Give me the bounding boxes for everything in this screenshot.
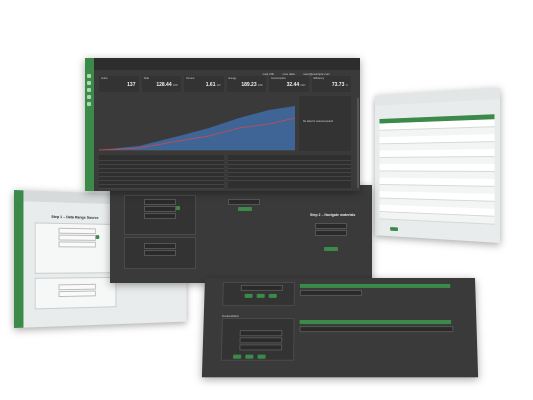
table-topbar bbox=[374, 88, 500, 106]
conn-form-field-2[interactable] bbox=[239, 337, 283, 344]
kpi-unit: kW bbox=[216, 84, 221, 87]
kpi-label: Consumption bbox=[271, 77, 286, 80]
area-chart bbox=[98, 106, 296, 151]
bell-icon[interactable] bbox=[87, 102, 91, 106]
kpi-label: Total bbox=[143, 77, 149, 80]
kpi-value: 137 bbox=[127, 82, 136, 88]
dark-unit-field[interactable] bbox=[144, 250, 176, 256]
site-field[interactable] bbox=[58, 234, 96, 241]
conn-ok-1[interactable] bbox=[233, 354, 242, 359]
kpi-card: Energy 189.23 kWh bbox=[226, 76, 266, 92]
kpi-unit: kWh bbox=[258, 84, 263, 87]
center-field[interactable] bbox=[228, 199, 260, 205]
chart-note: No data for selected period bbox=[303, 120, 334, 123]
dark-add-button[interactable] bbox=[176, 206, 180, 210]
connections-table-header bbox=[299, 320, 452, 325]
add-button[interactable] bbox=[95, 235, 100, 239]
conn-btn-3[interactable] bbox=[268, 293, 277, 298]
kpi-unit: % bbox=[345, 84, 348, 87]
conn-btn-1[interactable] bbox=[244, 293, 253, 298]
conn-form-field-1[interactable] bbox=[239, 330, 283, 337]
step2-field-2[interactable] bbox=[315, 230, 347, 236]
chart-side-panel: No data for selected period bbox=[299, 96, 351, 151]
kpi-value: 1.61 kW bbox=[205, 82, 221, 88]
dark-type-field[interactable] bbox=[144, 243, 176, 249]
dark-address-field[interactable] bbox=[144, 213, 176, 219]
kpi-value: 73.73 % bbox=[331, 82, 348, 88]
scrollbar[interactable] bbox=[357, 98, 359, 188]
conn-btn-2[interactable] bbox=[256, 293, 265, 298]
main-chart bbox=[98, 96, 296, 151]
kpi-unit: kWh bbox=[300, 84, 306, 87]
kpi-label: Current bbox=[186, 77, 195, 80]
kpi-unit: kWh bbox=[173, 84, 178, 87]
address-field[interactable] bbox=[58, 241, 96, 248]
kpi-label: Energy bbox=[228, 77, 237, 80]
table-window bbox=[374, 88, 500, 243]
step2-ok-button[interactable] bbox=[324, 247, 338, 251]
table-row[interactable] bbox=[99, 184, 224, 189]
kpi-label: Active bbox=[101, 77, 108, 80]
kpi-value: 32.44 kWh bbox=[286, 82, 306, 88]
settings-icon[interactable] bbox=[87, 88, 91, 92]
conn-field-2[interactable] bbox=[299, 289, 363, 296]
unit-field[interactable] bbox=[58, 290, 96, 298]
kpi-card: Active 137 bbox=[99, 76, 139, 92]
light-sidebar bbox=[14, 190, 24, 328]
kpi-label: Efficiency bbox=[313, 77, 325, 80]
table-action-button[interactable] bbox=[390, 227, 398, 232]
conn-ok-2[interactable] bbox=[245, 354, 254, 359]
left-table bbox=[99, 155, 224, 189]
conn-form-field-3[interactable] bbox=[239, 344, 283, 351]
table-row[interactable] bbox=[228, 176, 351, 181]
step2-field-1[interactable] bbox=[315, 223, 347, 229]
home-icon[interactable] bbox=[87, 74, 91, 78]
chart-icon[interactable] bbox=[87, 81, 91, 85]
step1-title: Step 1 – Data Range Source bbox=[51, 213, 99, 220]
right-table bbox=[228, 155, 351, 188]
conn-header bbox=[299, 283, 451, 288]
name-field[interactable] bbox=[58, 227, 96, 235]
conn-row-1[interactable] bbox=[299, 326, 454, 333]
type-field[interactable] bbox=[58, 283, 96, 291]
kpi-card: Consumption 32.44 kWh bbox=[269, 76, 309, 92]
kpi-value: 189.23 kWh bbox=[241, 82, 263, 88]
kpi-value: 128.44 kWh bbox=[156, 82, 178, 88]
connections-window: Connections bbox=[201, 278, 479, 378]
center-ok-button[interactable] bbox=[238, 207, 252, 211]
kpi-card: Total 128.44 kWh bbox=[141, 76, 181, 92]
dashboard-window: Last 24h Live data user@example.com Acti… bbox=[85, 58, 360, 191]
kpi-card: Current 1.61 kW bbox=[184, 76, 224, 92]
kpi-card: Efficiency 73.73 % bbox=[311, 76, 351, 92]
step2-title: Step 2 – Navigate materials bbox=[310, 213, 356, 217]
dark-site-field[interactable] bbox=[144, 206, 176, 212]
kpi-row: Active 137 Total 128.44 kWh Current 1.61 kW En… bbox=[99, 76, 354, 92]
conn-field-1[interactable] bbox=[240, 284, 283, 291]
setup-window-dark: Step 2 – Navigate materials bbox=[110, 185, 372, 283]
conn-ok-3[interactable] bbox=[257, 354, 266, 359]
users-icon[interactable] bbox=[87, 95, 91, 99]
dark-name-field[interactable] bbox=[144, 199, 176, 205]
table-body bbox=[379, 119, 495, 229]
